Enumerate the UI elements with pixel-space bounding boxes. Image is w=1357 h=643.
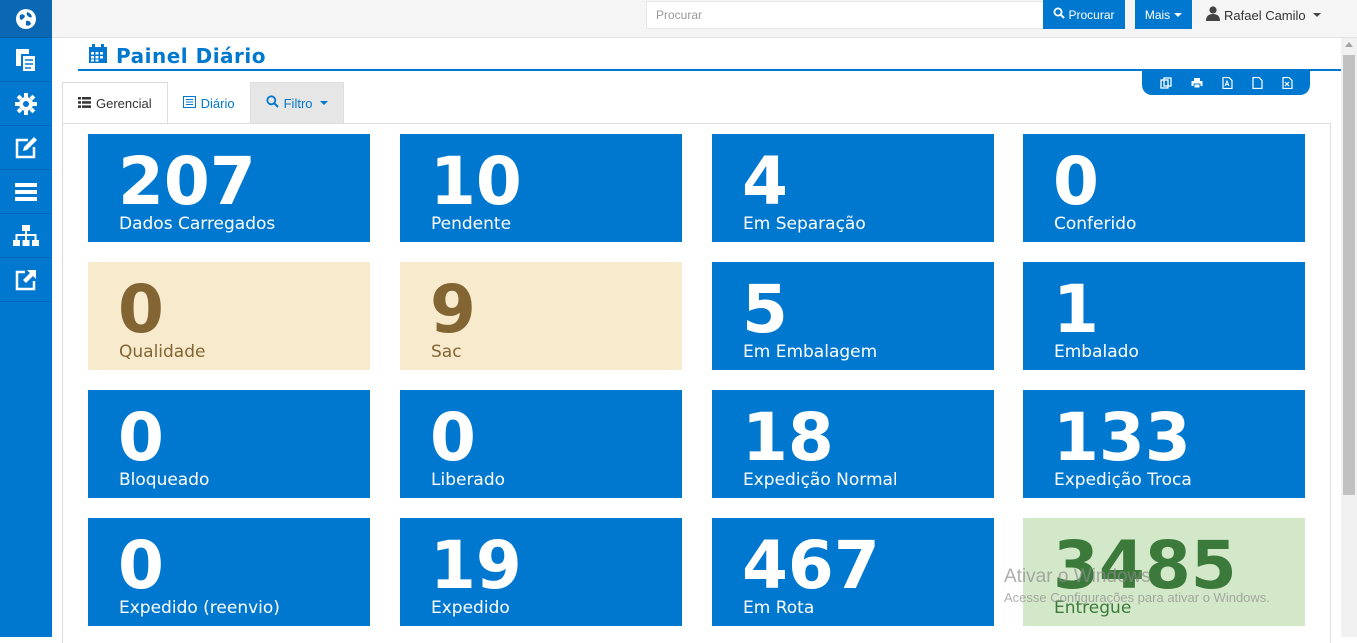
tile-expedicao-normal[interactable]: 18 Expedição Normal bbox=[712, 390, 994, 498]
tile-value: 0 bbox=[1053, 143, 1099, 220]
sidebar-item-external[interactable] bbox=[0, 258, 52, 302]
search-input[interactable] bbox=[646, 1, 1044, 29]
tile-value: 0 bbox=[118, 527, 164, 604]
chevron-down-icon bbox=[319, 101, 328, 105]
tab-diario[interactable]: Diário bbox=[168, 82, 250, 124]
tab-filtro[interactable]: Filtro bbox=[249, 82, 344, 124]
tile-label: Entregue bbox=[1054, 598, 1132, 618]
tab-gerencial[interactable]: Gerencial bbox=[62, 82, 168, 124]
sidebar-item-menu[interactable] bbox=[0, 170, 52, 214]
tile-label: Pendente bbox=[431, 214, 512, 234]
tile-label: Expedido (reenvio) bbox=[119, 598, 280, 618]
more-button-label: Mais bbox=[1144, 7, 1171, 22]
documents-icon bbox=[13, 47, 39, 73]
file-icon[interactable] bbox=[1251, 77, 1263, 89]
tile-sac[interactable]: 9 Sac bbox=[400, 262, 682, 370]
tile-conferido[interactable]: 0 Conferido bbox=[1023, 134, 1305, 242]
calendar-icon bbox=[88, 44, 108, 68]
tile-value: 4 bbox=[742, 143, 788, 220]
tile-value: 18 bbox=[742, 399, 834, 476]
tab-gerencial-label: Gerencial bbox=[96, 95, 152, 111]
tile-expedicao-troca[interactable]: 133 Expedição Troca bbox=[1023, 390, 1305, 498]
sidebar-item-home[interactable] bbox=[0, 0, 52, 38]
sidebar-item-edit[interactable] bbox=[0, 126, 52, 170]
tile-label: Embalado bbox=[1054, 342, 1139, 362]
tile-expedido[interactable]: 19 Expedido bbox=[400, 518, 682, 626]
export-toolbar bbox=[1142, 71, 1310, 95]
tile-qualidade[interactable]: 0 Qualidade bbox=[88, 262, 370, 370]
tile-value: 0 bbox=[118, 399, 164, 476]
tile-pendente[interactable]: 10 Pendente bbox=[400, 134, 682, 242]
pdf-icon[interactable] bbox=[1221, 77, 1233, 89]
chevron-down-icon bbox=[1312, 13, 1321, 17]
tab-diario-label: Diário bbox=[200, 95, 235, 111]
sidebar-item-documents[interactable] bbox=[0, 38, 52, 82]
tile-label: Expedido bbox=[431, 598, 510, 618]
tile-label: Sac bbox=[431, 342, 462, 362]
top-navbar: Procurar Mais Rafael Camilo bbox=[52, 0, 1357, 38]
print-icon[interactable] bbox=[1191, 77, 1203, 89]
tile-value: 5 bbox=[742, 271, 788, 348]
scrollbar-thumb[interactable] bbox=[1343, 55, 1355, 495]
tile-value: 467 bbox=[742, 527, 880, 604]
chevron-down-icon bbox=[1174, 12, 1183, 17]
sidebar-item-settings[interactable] bbox=[0, 82, 52, 126]
user-icon bbox=[1206, 6, 1220, 24]
tile-value: 133 bbox=[1053, 399, 1191, 476]
sitemap-icon bbox=[13, 224, 39, 247]
tile-value: 0 bbox=[430, 399, 476, 476]
more-dropdown-button[interactable]: Mais bbox=[1135, 0, 1192, 29]
sidebar-item-sitemap[interactable] bbox=[0, 214, 52, 258]
tile-label: Expedição Normal bbox=[743, 470, 898, 490]
external-link-icon bbox=[13, 268, 39, 292]
tile-value: 1 bbox=[1053, 271, 1099, 348]
tile-entregue[interactable]: 3485 Entregue bbox=[1023, 518, 1305, 626]
page-header: Painel Diário bbox=[88, 44, 266, 68]
user-name: Rafael Camilo bbox=[1224, 7, 1306, 23]
tile-value: 9 bbox=[430, 271, 476, 348]
tile-label: Conferido bbox=[1054, 214, 1137, 234]
copy-icon[interactable] bbox=[1159, 77, 1172, 89]
tile-em-embalagem[interactable]: 5 Em Embalagem bbox=[712, 262, 994, 370]
excel-icon[interactable] bbox=[1281, 77, 1293, 89]
tab-bar: Gerencial Diário Filtro bbox=[62, 82, 344, 124]
user-menu[interactable]: Rafael Camilo bbox=[1206, 6, 1321, 24]
tile-label: Em Embalagem bbox=[743, 342, 878, 362]
search-icon bbox=[266, 95, 279, 111]
tile-label: Expedição Troca bbox=[1054, 470, 1192, 490]
tile-label: Em Rota bbox=[743, 598, 815, 618]
gear-icon bbox=[15, 92, 37, 115]
tile-bloqueado[interactable]: 0 Bloqueado bbox=[88, 390, 370, 498]
page-title: Painel Diário bbox=[116, 44, 267, 68]
tile-value: 10 bbox=[430, 143, 522, 220]
scroll-up-arrow-icon[interactable] bbox=[1345, 42, 1353, 47]
list-alt-icon bbox=[182, 95, 196, 111]
tile-value: 0 bbox=[118, 271, 164, 348]
tile-label: Liberado bbox=[431, 470, 506, 490]
tile-label: Qualidade bbox=[119, 342, 206, 362]
edit-icon bbox=[13, 136, 39, 160]
menu-icon bbox=[15, 182, 37, 202]
list-icon bbox=[78, 96, 91, 111]
sidebar bbox=[0, 0, 52, 637]
tile-em-rota[interactable]: 467 Em Rota bbox=[712, 518, 994, 626]
tile-liberado[interactable]: 0 Liberado bbox=[400, 390, 682, 498]
search-button[interactable]: Procurar bbox=[1043, 0, 1125, 29]
globe-icon bbox=[15, 8, 37, 30]
tile-value: 19 bbox=[430, 527, 522, 604]
tile-expedido-reenvio[interactable]: 0 Expedido (reenvio) bbox=[88, 518, 370, 626]
tile-label: Em Separação bbox=[743, 214, 866, 234]
tab-filtro-label: Filtro bbox=[283, 95, 313, 111]
page-scrollbar[interactable] bbox=[1341, 38, 1357, 637]
tile-embalado[interactable]: 1 Embalado bbox=[1023, 262, 1305, 370]
search-button-label: Procurar bbox=[1068, 7, 1115, 22]
tile-em-separacao[interactable]: 4 Em Separação bbox=[712, 134, 994, 242]
tile-label: Bloqueado bbox=[119, 470, 210, 490]
search-icon bbox=[1053, 7, 1066, 22]
tile-value: 207 bbox=[118, 143, 256, 220]
tile-label: Dados Carregados bbox=[119, 214, 276, 234]
tile-dados-carregados[interactable]: 207 Dados Carregados bbox=[88, 134, 370, 242]
tile-value: 3485 bbox=[1053, 527, 1237, 604]
